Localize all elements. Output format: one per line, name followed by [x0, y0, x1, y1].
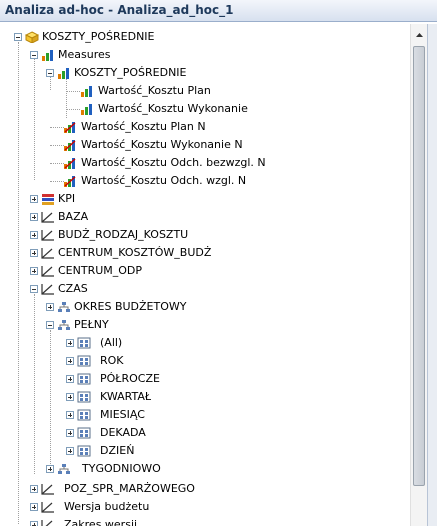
tree-line	[66, 76, 67, 118]
tree-node-label: DZIEŃ	[100, 444, 135, 457]
vertical-scrollbar[interactable]	[410, 24, 427, 526]
tree-line	[66, 91, 80, 92]
level-icon	[77, 391, 91, 403]
tree-node-label: CENTRUM_ODP	[58, 264, 143, 277]
expand-toggle[interactable]	[30, 267, 38, 275]
analysis-panel: Analiza ad-hoc - Analiza_ad_hoc_1 KOSZTY…	[0, 0, 437, 526]
cube-tree[interactable]: KOSZTY_POŚREDNIE Measures KOSZTY_POŚREDN…	[4, 24, 410, 526]
expand-toggle[interactable]	[30, 521, 38, 526]
tree-line	[34, 58, 35, 180]
expand-toggle[interactable]	[66, 411, 74, 419]
tree-node-label: Wartość_Kosztu Wykonanie N	[81, 138, 243, 151]
panel-title-bar: Analiza ad-hoc - Analiza_ad_hoc_1	[0, 0, 437, 22]
calculated-measure-icon	[63, 175, 77, 187]
expand-toggle[interactable]	[30, 231, 38, 239]
hierarchy-icon	[57, 301, 71, 313]
level-icon	[77, 337, 91, 349]
scrollbar-thumb[interactable]	[413, 46, 425, 486]
collapse-toggle[interactable]	[46, 321, 54, 329]
collapse-toggle[interactable]	[30, 51, 38, 59]
tree-line	[50, 181, 64, 182]
tree-node-label: PÓŁROCZE	[100, 372, 160, 385]
level-icon	[77, 445, 91, 457]
expand-toggle[interactable]	[30, 485, 38, 493]
tree-node-label: OKRES BUDŻETOWY	[74, 300, 187, 313]
measure-icon	[80, 85, 94, 97]
hierarchy-icon	[57, 319, 71, 331]
dimension-icon	[41, 483, 55, 495]
tree-node-label: ROK	[100, 354, 124, 367]
panel-title: Analiza ad-hoc - Analiza_ad_hoc_1	[5, 3, 234, 17]
expand-toggle[interactable]	[66, 357, 74, 365]
expand-toggle[interactable]	[66, 429, 74, 437]
tree-node-label: CENTRUM_KOSZTÓW_BUDŻ	[58, 246, 212, 259]
level-icon	[77, 373, 91, 385]
measure-group-icon	[57, 67, 71, 79]
tree-node-label: PEŁNY	[74, 318, 109, 331]
dimension-icon	[41, 283, 55, 295]
tree-node-label: DEKADA	[100, 426, 146, 439]
level-icon	[77, 409, 91, 421]
tree-node-label: MIESIĄC	[100, 408, 145, 421]
tree-line	[18, 42, 19, 524]
expand-toggle[interactable]	[30, 249, 38, 257]
tree-line	[50, 163, 64, 164]
tree-line	[50, 76, 51, 90]
tree-line	[66, 109, 80, 110]
dimension-icon	[41, 265, 55, 277]
tree-node-label: BUDŻ_RODZAJ_KOSZTU	[58, 228, 189, 241]
expand-toggle[interactable]	[66, 375, 74, 383]
collapse-toggle[interactable]	[46, 69, 54, 77]
calculated-measure-icon	[63, 157, 77, 169]
tree-node-label: Wartość_Kosztu Wykonanie	[98, 102, 248, 115]
tree-node-label: BAZA	[58, 210, 89, 223]
tree-node-label: Wartość_Kosztu Odch. wzgl. N	[81, 174, 247, 187]
collapse-toggle[interactable]	[30, 285, 38, 293]
calculated-measure-icon	[63, 121, 77, 133]
tree-node-label: POZ_SPR_MARŻOWEGO	[64, 482, 195, 495]
dimension-icon	[41, 211, 55, 223]
tree-node-label: Wartość_Kosztu Odch. bezwzgl. N	[81, 156, 266, 169]
tree-node-label: Zakres wersji	[64, 518, 138, 526]
splitter-edge	[427, 24, 437, 526]
tree-line	[50, 145, 64, 146]
calculated-measure-icon	[63, 139, 77, 151]
kpi-icon	[41, 193, 55, 205]
tree-node-label: (All)	[100, 336, 123, 349]
hierarchy-icon	[57, 463, 71, 475]
level-icon	[77, 427, 91, 439]
collapse-toggle[interactable]	[14, 33, 22, 41]
expand-toggle[interactable]	[46, 303, 54, 311]
measures-icon	[41, 49, 55, 61]
expand-toggle[interactable]	[66, 339, 74, 347]
dimension-icon	[41, 229, 55, 241]
tree-node-label: Wartość_Kosztu Plan	[98, 84, 211, 97]
level-icon	[77, 355, 91, 367]
tree-node-label: KOSZTY_POŚREDNIE	[74, 66, 187, 79]
expand-toggle[interactable]	[66, 447, 74, 455]
dimension-icon	[41, 501, 55, 513]
expand-toggle[interactable]	[30, 503, 38, 511]
tree-node-label: CZAS	[58, 282, 88, 295]
tree-node-label: TYGODNIOWO	[82, 462, 161, 475]
expand-toggle[interactable]	[30, 195, 38, 203]
dimension-icon	[41, 247, 55, 259]
measure-icon	[80, 103, 94, 115]
cube-icon	[24, 31, 40, 44]
tree-node-label: Measures	[58, 48, 111, 61]
tree-node-label: KPI	[58, 192, 76, 205]
expand-toggle[interactable]	[66, 393, 74, 401]
tree-line	[50, 127, 64, 128]
tree-node-label: KOSZTY_POŚREDNIE	[42, 30, 155, 43]
tree-line	[34, 294, 35, 474]
tree-line	[50, 330, 51, 470]
tree-node-label: KWARTAŁ	[100, 390, 152, 403]
dimension-icon	[41, 519, 55, 526]
tree-node-label: Wersja budżetu	[64, 500, 150, 513]
scroll-up-button[interactable]	[412, 28, 427, 43]
expand-toggle[interactable]	[46, 465, 54, 473]
expand-toggle[interactable]	[30, 213, 38, 221]
tree-node-label: Wartość_Kosztu Plan N	[81, 120, 206, 133]
